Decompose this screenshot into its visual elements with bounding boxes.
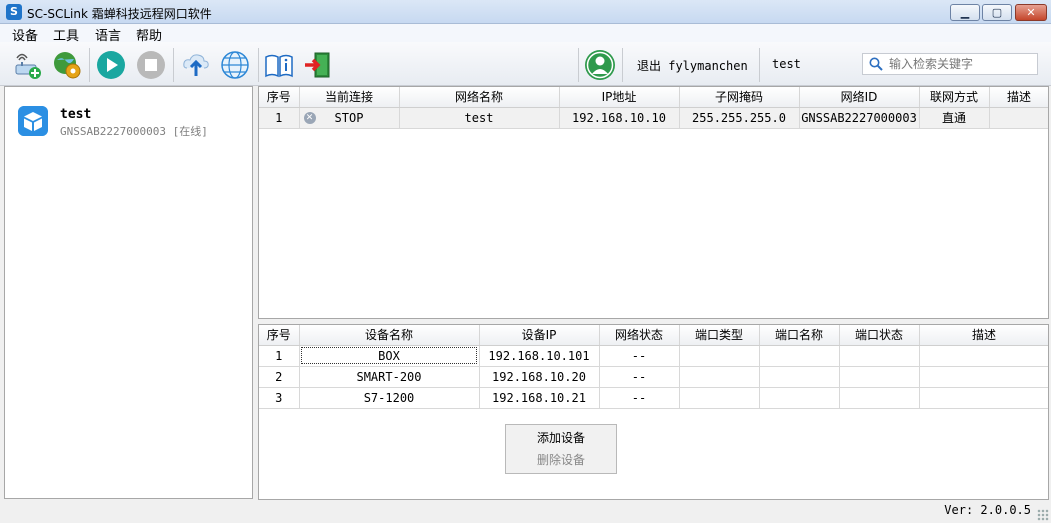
column-header[interactable]: 描述 (989, 87, 1048, 108)
maximize-button[interactable]: ▢ (982, 4, 1012, 21)
cell-device-ip: 192.168.10.21 (479, 387, 600, 409)
column-header[interactable]: 端口名称 (759, 325, 840, 346)
remove-device-button[interactable]: 删除设备 (506, 449, 616, 471)
cell-index: 3 (259, 387, 300, 409)
manual-icon[interactable] (264, 50, 294, 80)
column-header[interactable]: 序号 (259, 87, 300, 108)
cell-device-name[interactable]: SMART-200 (299, 366, 480, 388)
cell-port-type (679, 387, 760, 409)
resize-grip-icon[interactable] (1037, 509, 1049, 521)
cell-device-name[interactable]: S7-1200 (299, 387, 480, 409)
column-header[interactable]: 设备IP (479, 325, 600, 346)
device-action-menu: 添加设备 删除设备 (505, 424, 617, 474)
device-table: 序号 设备名称 设备IP 网络状态 端口类型 端口名称 端口状态 描述 1 BO… (258, 324, 1049, 500)
column-header[interactable]: 网络ID (799, 87, 920, 108)
logout-button[interactable]: 退出 fylymanchen (637, 57, 748, 74)
cell-description (989, 107, 1048, 129)
table-row[interactable]: 1 BOX 192.168.10.101 -- (259, 345, 1048, 367)
close-icon: ✕ (1026, 6, 1036, 19)
column-header[interactable]: 子网掩码 (679, 87, 800, 108)
cell-port-name (759, 387, 840, 409)
toolbar-separator (173, 48, 174, 82)
cell-index: 1 (259, 345, 300, 367)
menu-bar: 设备 工具 语言 帮助 (0, 24, 1051, 44)
start-icon[interactable] (96, 50, 126, 80)
column-header[interactable]: 端口类型 (679, 325, 760, 346)
cell-port-type (679, 345, 760, 367)
column-header[interactable]: 端口状态 (839, 325, 920, 346)
cell-port-name (759, 366, 840, 388)
title-bar: S SC-SCLink 霜蝉科技远程网口软件 ▁ ▢ ✕ (0, 0, 1051, 24)
cell-network-id: GNSSAB2227000003 (799, 107, 920, 129)
cell-subnet: 255.255.255.0 (679, 107, 800, 129)
cell-network-status: -- (599, 345, 680, 367)
cell-index: 2 (259, 366, 300, 388)
toolbar-separator (622, 48, 623, 82)
cell-description (919, 345, 1048, 367)
network-table-header: 序号 当前连接 网络名称 IP地址 子网掩码 网络ID 联网方式 描述 (259, 87, 1048, 108)
cell-port-status (839, 345, 920, 367)
cell-ip: 192.168.10.10 (559, 107, 680, 129)
minimize-button[interactable]: ▁ (950, 4, 980, 21)
status-bar: Ver: 2.0.0.5 (0, 500, 1051, 523)
search-box[interactable] (862, 53, 1038, 75)
cell-network-status: -- (599, 366, 680, 388)
exit-icon[interactable] (303, 50, 333, 80)
column-header[interactable]: 描述 (919, 325, 1048, 346)
cell-connection[interactable]: ✕ STOP (299, 107, 400, 129)
network-settings-icon[interactable] (52, 50, 82, 80)
table-row[interactable]: 1 ✕ STOP test 192.168.10.10 255.255.255.0… (259, 107, 1048, 129)
toolbar-separator (759, 48, 760, 82)
maximize-icon: ▢ (991, 6, 1003, 19)
cell-description (919, 387, 1048, 409)
stop-icon[interactable] (136, 50, 166, 80)
close-button[interactable]: ✕ (1015, 4, 1047, 21)
cell-port-type (679, 366, 760, 388)
connection-status: STOP (334, 110, 364, 125)
toolbar-separator (258, 48, 259, 82)
globe-icon[interactable] (220, 50, 250, 80)
toolbar-separator (89, 48, 90, 82)
upload-icon[interactable] (181, 50, 211, 80)
add-device-icon[interactable] (13, 50, 43, 80)
column-header[interactable]: 联网方式 (919, 87, 990, 108)
minimize-icon: ▁ (960, 6, 970, 19)
column-header[interactable]: 网络名称 (399, 87, 560, 108)
search-icon (869, 57, 883, 71)
network-table: 序号 当前连接 网络名称 IP地址 子网掩码 网络ID 联网方式 描述 1 ✕ S… (258, 86, 1049, 319)
device-table-header: 序号 设备名称 设备IP 网络状态 端口类型 端口名称 端口状态 描述 (259, 325, 1048, 346)
version-label: Ver: 2.0.0.5 (944, 503, 1031, 517)
cell-port-status (839, 387, 920, 409)
disconnected-icon: ✕ (303, 111, 316, 124)
cell-network-name: test (399, 107, 560, 129)
search-input[interactable] (889, 56, 1034, 72)
cell-device-ip: 192.168.10.20 (479, 366, 600, 388)
cell-network-status: -- (599, 387, 680, 409)
device-list-panel: test GNSSAB2227000003 [在线] (4, 86, 253, 499)
cell-port-status (839, 366, 920, 388)
add-device-button[interactable]: 添加设备 (506, 427, 616, 449)
cell-device-name[interactable]: BOX (299, 345, 480, 367)
window-title: SC-SCLink 霜蝉科技远程网口软件 (27, 7, 212, 21)
device-name: test (60, 107, 92, 122)
table-row[interactable]: 3 S7-1200 192.168.10.21 -- (259, 387, 1048, 409)
cell-device-ip: 192.168.10.101 (479, 345, 600, 367)
current-user: test (772, 57, 801, 71)
cell-connect-mode: 直通 (919, 107, 990, 129)
device-box-icon (18, 106, 48, 136)
toolbar-separator (578, 48, 579, 82)
table-row[interactable]: 2 SMART-200 192.168.10.20 -- (259, 366, 1048, 388)
column-header[interactable]: 设备名称 (299, 325, 480, 346)
column-header[interactable]: 序号 (259, 325, 300, 346)
device-serial-status: GNSSAB2227000003 [在线] (60, 125, 208, 138)
avatar-icon[interactable] (584, 49, 616, 81)
cell-index: 1 (259, 107, 300, 129)
column-header[interactable]: 网络状态 (599, 325, 680, 346)
column-header[interactable]: 当前连接 (299, 87, 400, 108)
cell-description (919, 366, 1048, 388)
cell-port-name (759, 345, 840, 367)
app-icon: S (6, 4, 22, 20)
column-header[interactable]: IP地址 (559, 87, 680, 108)
